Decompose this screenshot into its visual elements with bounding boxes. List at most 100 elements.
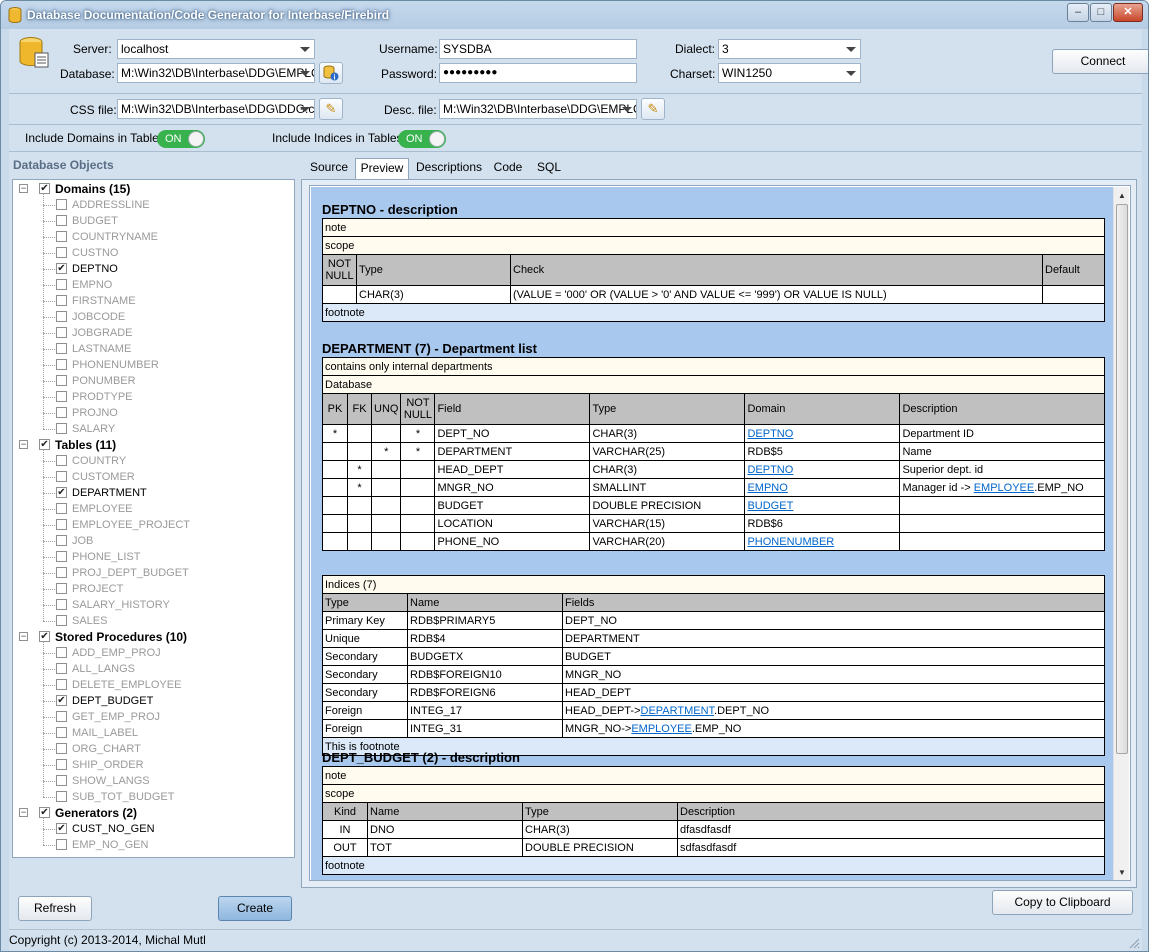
checkbox[interactable]: ✔ — [56, 263, 67, 274]
username-field[interactable]: SYSDBA — [439, 39, 637, 59]
include-domains-toggle[interactable]: ON — [157, 130, 205, 148]
checkbox[interactable] — [56, 279, 67, 290]
password-field[interactable]: ●●●●●●●●● — [439, 63, 637, 83]
scroll-up-icon[interactable]: ▲ — [1118, 191, 1126, 200]
checkbox[interactable] — [56, 391, 67, 402]
domain-link[interactable]: DEPTNO — [747, 428, 793, 440]
dialect-combo[interactable]: 3 — [718, 39, 861, 59]
copy-to-clipboard-button[interactable]: Copy to Clipboard — [992, 890, 1133, 915]
checkbox[interactable] — [56, 599, 67, 610]
tab-preview[interactable]: Preview — [355, 158, 409, 180]
checkbox[interactable] — [56, 295, 67, 306]
checkbox[interactable]: ✔ — [56, 823, 67, 834]
create-button[interactable]: Create — [218, 896, 292, 921]
cell: Unique — [322, 629, 408, 648]
database-combo[interactable]: M:\Win32\DB\Interbase\DDG\EMPLO' — [117, 63, 315, 83]
resize-grip-icon[interactable] — [1128, 937, 1140, 949]
checkbox[interactable] — [56, 343, 67, 354]
object-tree[interactable]: − ✔ Domains (15) ADDRESSLINE BUDGET COUNTRYNA… — [12, 179, 295, 858]
reference-link[interactable]: DEPARTMENT — [641, 705, 715, 717]
maximize-button[interactable]: □ — [1090, 3, 1112, 22]
database-info-button[interactable]: i — [319, 62, 343, 84]
table-row: IN DNO CHAR(3) dfasdfasdf — [322, 820, 1105, 839]
checkbox[interactable]: ✔ — [39, 807, 50, 818]
checkbox[interactable] — [56, 583, 67, 594]
collapse-icon[interactable]: − — [19, 440, 28, 449]
scrollbar-thumb[interactable] — [1116, 204, 1128, 754]
checkbox[interactable] — [56, 791, 67, 802]
collapse-icon[interactable]: − — [19, 632, 28, 641]
checkbox[interactable] — [56, 647, 67, 658]
desc-file-combo[interactable]: M:\Win32\DB\Interbase\DDG\EMPLO' — [439, 99, 637, 119]
tab-sql[interactable]: SQL — [531, 158, 567, 179]
tree-item-label: CUSTOMER — [72, 471, 135, 483]
server-combo[interactable]: localhost — [117, 39, 315, 59]
checkbox[interactable] — [56, 743, 67, 754]
reference-link[interactable]: EMPLOYEE — [974, 482, 1035, 494]
checkbox[interactable] — [56, 455, 67, 466]
checkbox[interactable] — [56, 311, 67, 322]
tree-connector — [43, 449, 44, 621]
tab-descriptions[interactable]: Descriptions — [413, 158, 485, 179]
scroll-down-icon[interactable]: ▼ — [1118, 868, 1126, 877]
checkbox[interactable]: ✔ — [56, 487, 67, 498]
checkbox[interactable] — [56, 775, 67, 786]
cell: * — [400, 424, 436, 443]
tab-code[interactable]: Code — [489, 158, 527, 179]
domain-link[interactable]: PHONENUMBER — [747, 536, 834, 548]
collapse-icon[interactable]: − — [19, 808, 28, 817]
checkbox[interactable] — [56, 503, 67, 514]
checkbox[interactable] — [56, 247, 67, 258]
cell: DOUBLE PRECISION — [589, 496, 746, 515]
include-indices-toggle[interactable]: ON — [398, 130, 446, 148]
checkbox[interactable] — [56, 663, 67, 674]
checkbox[interactable] — [56, 215, 67, 226]
cell: MNGR_NO->EMPLOYEE.EMP_NO — [562, 719, 1105, 738]
checkbox[interactable] — [56, 519, 67, 530]
checkbox[interactable] — [56, 551, 67, 562]
checkbox[interactable] — [56, 327, 67, 338]
domain-link[interactable]: BUDGET — [747, 500, 793, 512]
checkbox[interactable] — [56, 679, 67, 690]
domain-link[interactable]: DEPTNO — [747, 464, 793, 476]
vertical-scrollbar[interactable]: ▲ ▼ — [1113, 187, 1129, 880]
checkbox[interactable] — [56, 727, 67, 738]
checkbox[interactable] — [56, 759, 67, 770]
charset-combo[interactable]: WIN1250 — [718, 63, 861, 83]
cell: * — [370, 442, 402, 461]
checkbox[interactable]: ✔ — [39, 631, 50, 642]
minimize-button[interactable]: ‒ — [1067, 3, 1089, 22]
tree-connector — [43, 461, 55, 462]
connect-button[interactable]: Connect — [1052, 49, 1148, 74]
title-bar[interactable]: Database Documentation/Code Generator fo… — [1, 1, 1148, 29]
checkbox[interactable] — [56, 839, 67, 850]
dialect-value: 3 — [722, 42, 729, 56]
checkbox[interactable]: ✔ — [56, 695, 67, 706]
cell: RDB$6 — [744, 514, 901, 533]
checkbox[interactable] — [56, 199, 67, 210]
tab-source[interactable]: Source — [307, 158, 351, 179]
checkbox[interactable]: ✔ — [39, 439, 50, 450]
collapse-icon[interactable]: − — [19, 184, 28, 193]
edit-css-button[interactable]: ✎ — [319, 98, 343, 120]
checkbox[interactable] — [56, 471, 67, 482]
checkbox[interactable] — [56, 535, 67, 546]
checkbox[interactable] — [56, 359, 67, 370]
checkbox[interactable] — [56, 407, 67, 418]
checkbox[interactable]: ✔ — [39, 183, 50, 194]
checkbox[interactable] — [56, 423, 67, 434]
refresh-button[interactable]: Refresh — [18, 896, 92, 921]
preview-pane[interactable]: DEPTNO - description note scope NOT NULL… — [309, 185, 1131, 881]
close-button[interactable]: ✕ — [1113, 3, 1143, 22]
reference-link[interactable]: EMPLOYEE — [631, 723, 692, 735]
css-file-combo[interactable]: M:\Win32\DB\Interbase\DDG\DDG.cs — [117, 99, 315, 119]
domain-link[interactable]: EMPNO — [747, 482, 787, 494]
chevron-down-icon — [846, 71, 856, 76]
checkbox[interactable] — [56, 615, 67, 626]
tree-connector — [43, 493, 55, 494]
checkbox[interactable] — [56, 711, 67, 722]
checkbox[interactable] — [56, 567, 67, 578]
checkbox[interactable] — [56, 231, 67, 242]
checkbox[interactable] — [56, 375, 67, 386]
edit-desc-button[interactable]: ✎ — [641, 98, 665, 120]
